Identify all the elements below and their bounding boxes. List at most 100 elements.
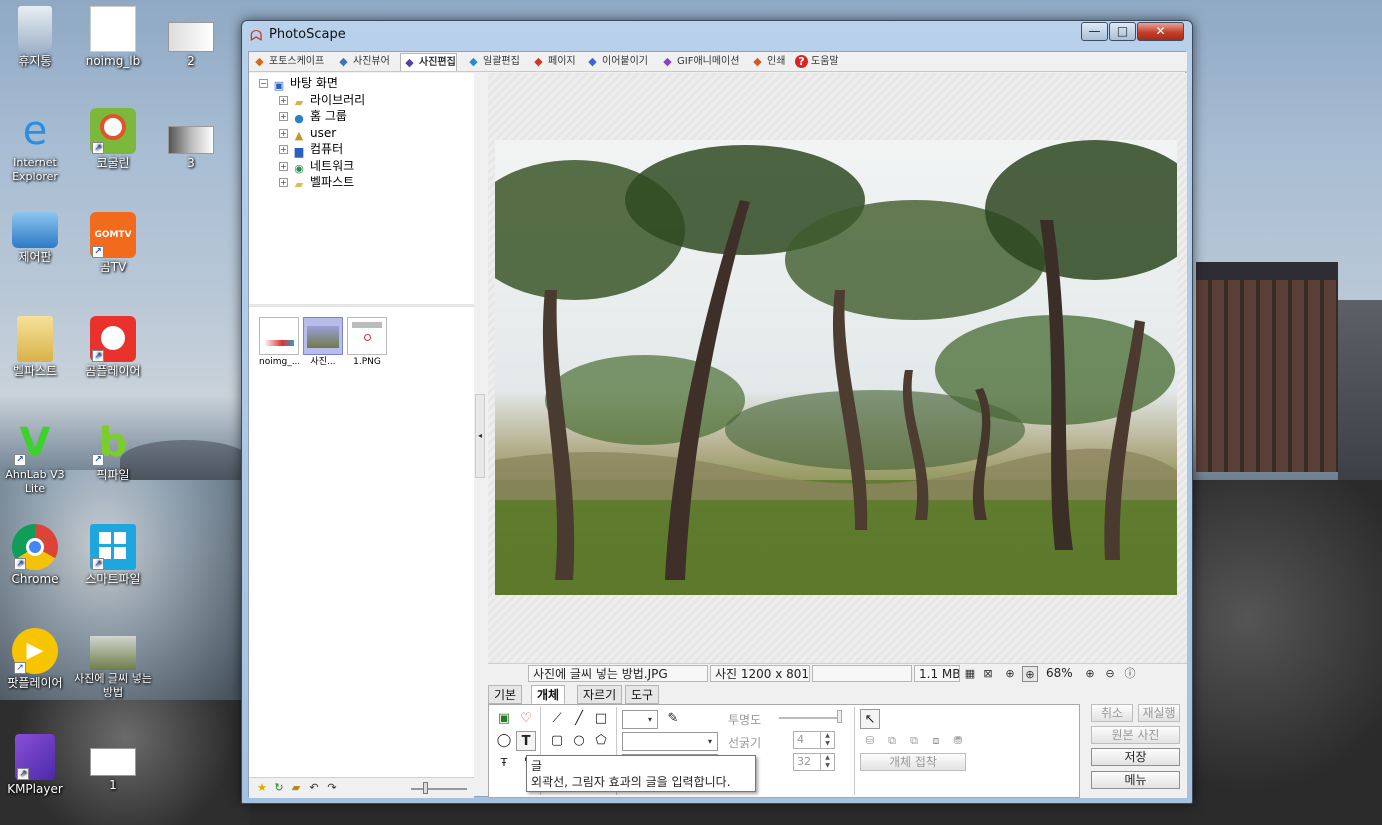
desktop-icon-ahnlab[interactable]: V ↗ AhnLab V3 Lite (0, 420, 74, 496)
desktop-icon-potplayer[interactable]: ▶ ↗ 팟플레이어 (0, 628, 74, 691)
zoom-out-icon[interactable]: ⊖ (1102, 666, 1118, 682)
shortcut-arrow-icon: ↗ (92, 350, 104, 362)
folder-icon (17, 316, 53, 362)
zoom-fit-icon[interactable]: ⊕ (1022, 666, 1038, 682)
zoom-in-icon[interactable]: ⊕ (1082, 666, 1098, 682)
size-stepper[interactable]: 32 ▲ ▼ (793, 753, 835, 771)
tab-print[interactable]: ◆ 인쇄 (749, 53, 785, 71)
curve-line-icon[interactable]: ⟋ (547, 709, 567, 729)
tab-help[interactable]: ? 도움말 (793, 53, 839, 71)
checker-background-icon[interactable]: ▦ (962, 666, 978, 682)
eyedropper-icon[interactable]: ✎ (663, 709, 683, 729)
tab-editor[interactable]: ◆ 사진편집 (400, 53, 457, 71)
thumbnail-item-selected[interactable]: 사진... (303, 317, 343, 369)
tree-node-belfast[interactable]: + ▰ 벨파스트 (279, 174, 354, 191)
tree-node-homegroup[interactable]: + ● 홈 그룹 (279, 108, 347, 125)
desktop-icon-3[interactable]: 3 (152, 126, 230, 171)
back-arrow-icon[interactable]: ↶ (307, 781, 321, 795)
expand-icon: + (279, 112, 288, 121)
tab-viewer[interactable]: ◆ 사진뷰어 (335, 53, 390, 71)
desktop-icon-1[interactable]: 1 (74, 748, 152, 793)
desktop-icon-kmplayer[interactable]: ↗ KMPlayer (0, 734, 74, 797)
forward-arrow-icon[interactable]: ↷ (325, 781, 339, 795)
original-photo-button[interactable]: 원본 사진 (1091, 726, 1180, 744)
opacity-slider-handle[interactable] (837, 710, 842, 723)
help-icon: ? (795, 55, 808, 68)
thumbnail-item[interactable]: noimg_... (259, 317, 299, 369)
title-bar[interactable]: ᗣ PhotoScape — □ ✕ (242, 21, 1192, 49)
minimize-button[interactable]: — (1081, 22, 1108, 41)
tree-node-network[interactable]: + ◉ 네트워크 (279, 158, 354, 175)
redo-button[interactable]: 재실행 (1138, 704, 1180, 722)
tree-node-user[interactable]: + ▲ user (279, 125, 336, 142)
desktop-icon-gomtv[interactable]: GOMTV ↗ 곰TV (74, 212, 152, 275)
expand-icon: + (279, 129, 288, 138)
close-button[interactable]: ✕ (1137, 22, 1184, 41)
opacity-slider-track (779, 717, 841, 719)
tab-basic[interactable]: 기본 (488, 685, 523, 704)
desktop-icon: ▣ (273, 79, 285, 92)
tree-node-desktop[interactable]: − ▣ 바탕 화면 (259, 75, 338, 92)
desktop-icon-internet-explorer[interactable]: e Internet Explorer (0, 108, 74, 184)
tab-crop[interactable]: 자르기 (577, 685, 623, 704)
ellipse-icon[interactable]: ○ (569, 731, 589, 751)
photo-insert-icon[interactable]: ▣ (494, 709, 514, 729)
color-dropdown[interactable]: ▾ (622, 710, 658, 729)
object-attach-button[interactable]: 개체 접착 (860, 753, 966, 771)
speech-balloon-icon[interactable]: ◯ (494, 731, 514, 751)
simple-text-icon[interactable]: Ŧ (494, 753, 514, 773)
image-canvas[interactable] (488, 73, 1187, 663)
refresh-icon[interactable]: ↻ (272, 781, 286, 795)
chrome-icon: ↗ (12, 524, 58, 570)
tab-gif[interactable]: ◆ GIF애니메이션 (659, 53, 739, 71)
tree-node-library[interactable]: + ▰ 라이브러리 (279, 92, 365, 109)
clipart-icon[interactable]: ♡ (516, 709, 536, 729)
desktop-icon-pickfile[interactable]: b ↗ 픽파일 (74, 420, 152, 483)
tab-batch[interactable]: ◆ 일괄편집 (465, 53, 520, 71)
folder-open-icon[interactable]: ▰ (289, 781, 303, 795)
pointer-select-icon[interactable]: ↖ (860, 709, 880, 729)
tooltip-title: 글 (531, 759, 543, 773)
thumbnail-image (259, 317, 299, 355)
style-dropdown[interactable]: ▾ (622, 732, 718, 751)
line-width-stepper[interactable]: 4 ▲ ▼ (793, 731, 835, 749)
save-button[interactable]: 저장 (1091, 748, 1180, 766)
text-tool-icon[interactable]: T (516, 731, 536, 751)
thumbnail-size-slider-handle[interactable] (423, 782, 428, 794)
photo-file-icon (90, 636, 136, 670)
menu-button[interactable]: 메뉴 (1091, 771, 1180, 789)
client-area: ◆ 포토스케이프 ◆ 사진뷰어 ◆ 사진편집 ◆ 일괄편집 ◆ 페이지 ◆ 이어붙이기 ◆ G… (248, 51, 1187, 798)
rectangle-icon[interactable]: □ (591, 709, 611, 729)
thumbnail-item[interactable]: 1.PNG (347, 317, 387, 369)
stepper-arrows-icon: ▲ ▼ (820, 732, 834, 748)
desktop-icon-photo-file[interactable]: 사진에 글씨 넣는 방법 (74, 636, 152, 700)
star-icon[interactable]: ★ (255, 781, 269, 795)
zoom-actual-icon[interactable]: ⊕ (1002, 666, 1018, 682)
desktop-icon-2[interactable]: 2 (152, 22, 230, 69)
undo-button[interactable]: 취소 (1091, 704, 1133, 722)
tree-node-computer[interactable]: + ▆ 컴퓨터 (279, 141, 343, 158)
desktop-icon-gom-player[interactable]: ↗ 곰플레이어 (74, 316, 152, 379)
info-icon[interactable]: ⓘ (1122, 666, 1138, 682)
fit-screen-icon[interactable]: ⊠ (980, 666, 996, 682)
desktop-icon-belfast-folder[interactable]: 벨파스트 (0, 316, 74, 379)
tab-page[interactable]: ◆ 페이지 (530, 53, 575, 71)
line-icon[interactable]: ╱ (569, 709, 589, 729)
tab-object[interactable]: 개체 (531, 685, 566, 704)
polygon-icon[interactable]: ⬠ (591, 731, 611, 751)
maximize-button[interactable]: □ (1109, 22, 1136, 41)
object-group-icon: ⧈ (932, 734, 940, 747)
tooltip-description: 외곽선, 그림자 효과의 글을 입력합니다. (531, 775, 731, 789)
panel-splitter-handle[interactable]: ◂ (475, 394, 485, 478)
tab-tools[interactable]: 도구 (625, 685, 660, 704)
desktop-icon-smartfile[interactable]: ↗ 스마트파일 (74, 524, 152, 587)
desktop-icon-kogulin[interactable]: ↗ 코굴린 (74, 108, 152, 171)
desktop-icon-control-panel[interactable]: 제어판 (0, 212, 74, 265)
tab-combine[interactable]: ◆ 이어붙이기 (584, 53, 648, 71)
object-delete-icon: ⛃ (953, 734, 963, 747)
tab-photoscape[interactable]: ◆ 포토스케이프 (251, 53, 324, 71)
desktop-icon-chrome[interactable]: ↗ Chrome (0, 524, 74, 587)
rounded-rectangle-icon[interactable]: ▢ (547, 731, 567, 751)
desktop-icon-recycle-bin[interactable]: 휴지통 (0, 6, 74, 69)
desktop-icon-noimg[interactable]: noimg_lb (74, 6, 152, 69)
